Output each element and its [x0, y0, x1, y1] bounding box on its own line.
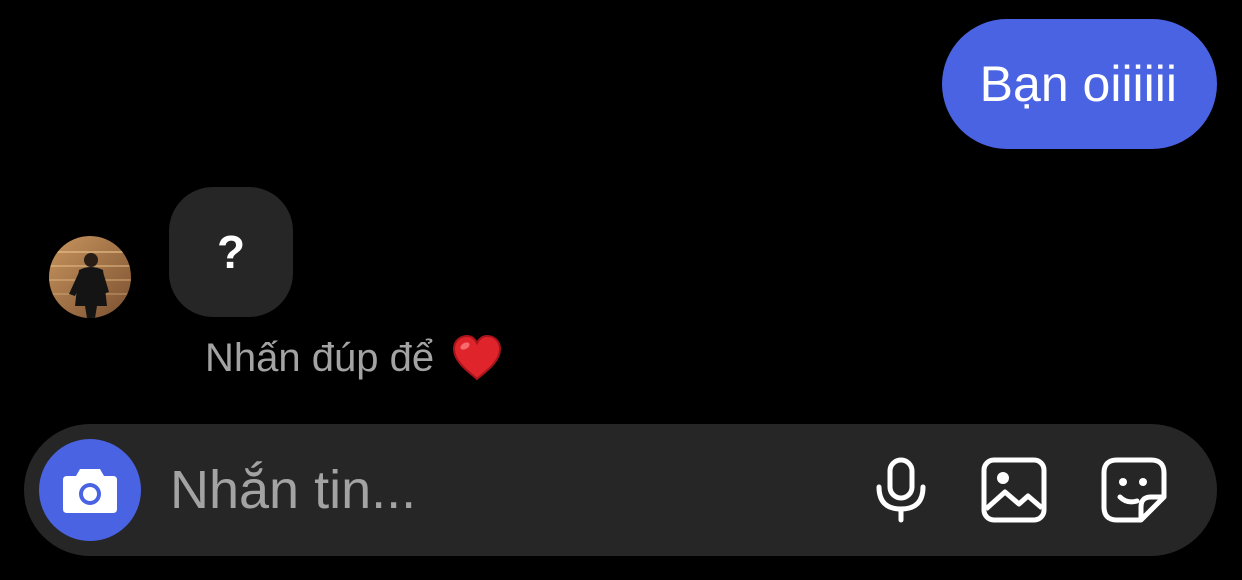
heart-icon	[450, 331, 504, 385]
sticker-icon	[1101, 457, 1167, 523]
microphone-button[interactable]	[867, 456, 935, 524]
camera-button[interactable]	[39, 439, 141, 541]
message-composer: Nhắn tin...	[24, 424, 1217, 556]
incoming-message-text: ?	[216, 226, 246, 278]
avatar[interactable]	[49, 236, 131, 318]
microphone-icon	[876, 457, 926, 523]
image-icon	[981, 457, 1047, 523]
double-tap-hint: Nhấn đúp để	[205, 330, 504, 386]
message-input[interactable]: Nhắn tin...	[170, 424, 416, 556]
camera-icon	[63, 469, 117, 513]
outgoing-message-text: Bạn oiiiiii	[979, 56, 1177, 112]
double-tap-hint-text: Nhấn đúp để	[205, 335, 435, 380]
outgoing-message-bubble[interactable]: Bạn oiiiiii	[941, 19, 1217, 149]
avatar-photo	[49, 236, 131, 318]
gallery-button[interactable]	[980, 456, 1048, 524]
incoming-message-bubble[interactable]: ?	[169, 187, 293, 317]
sticker-button[interactable]	[1100, 456, 1168, 524]
